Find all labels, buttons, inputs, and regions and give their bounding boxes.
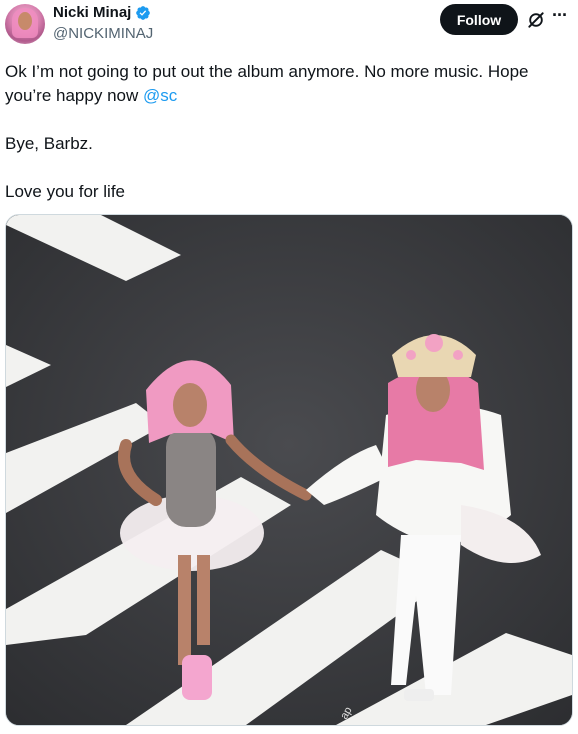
author-handle[interactable]: @NICKIMINAJ	[53, 25, 153, 43]
verified-badge-icon	[136, 6, 151, 20]
tweet-text: Ok I’m not going to put out the album an…	[5, 60, 571, 204]
follow-button[interactable]: Follow	[440, 4, 518, 35]
tweet-line: Bye, Barbz.	[5, 134, 93, 153]
tweet-line: Ok I’m not going to put out the album an…	[5, 62, 529, 81]
author-name-row[interactable]: Nicki Minaj	[53, 4, 151, 22]
avatar[interactable]	[5, 4, 45, 44]
author-name[interactable]: Nicki Minaj	[53, 4, 131, 22]
tweet-line: you’re happy now @sc	[5, 86, 178, 105]
mention-link[interactable]: @sc	[143, 86, 177, 105]
tweet-media-image[interactable]: ap	[5, 214, 573, 726]
tweet-line: Love you for life	[5, 182, 126, 201]
more-options-icon[interactable]: ···	[552, 6, 572, 28]
grok-icon[interactable]	[526, 10, 546, 30]
photo-illustration: ap	[6, 215, 572, 725]
